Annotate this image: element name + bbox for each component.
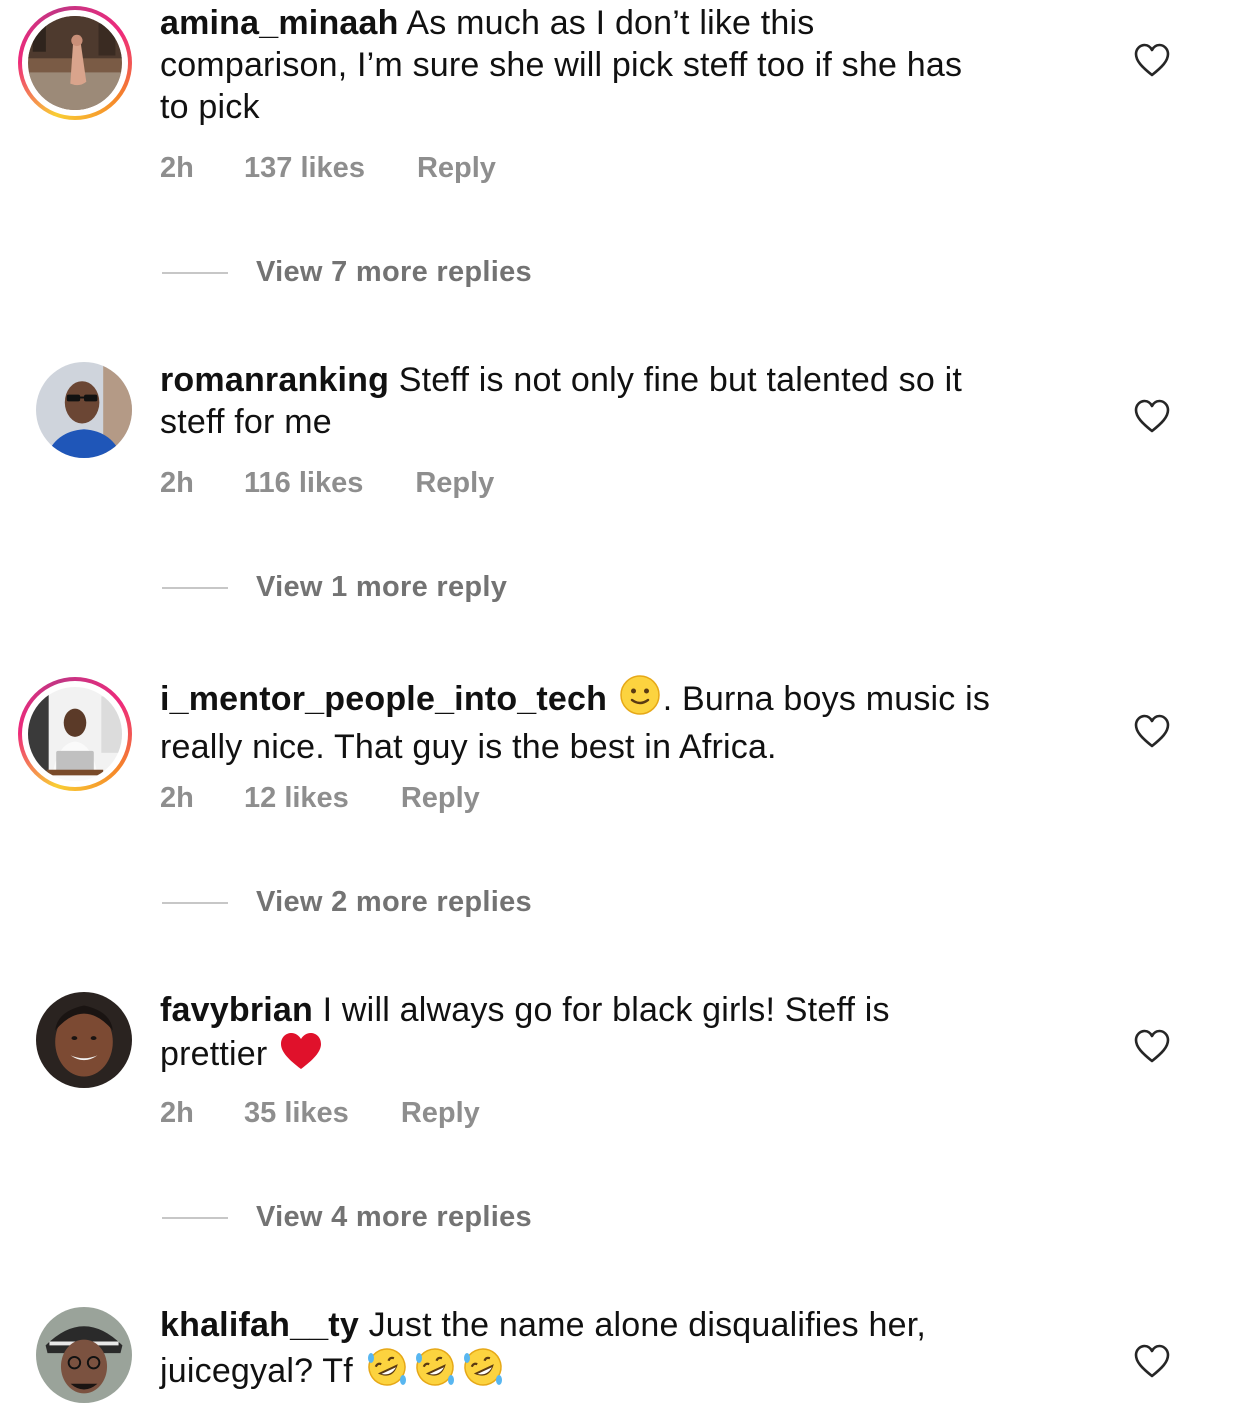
comment-likes[interactable]: 116 likes bbox=[244, 467, 363, 500]
comment-username[interactable]: favybrian bbox=[160, 991, 313, 1029]
comment-username[interactable]: romanranking bbox=[160, 361, 389, 399]
heart-icon[interactable] bbox=[1133, 713, 1171, 749]
avatar[interactable] bbox=[36, 1307, 132, 1403]
comment-username[interactable]: khalifah__ty bbox=[160, 1306, 359, 1344]
avatar-image bbox=[36, 1307, 132, 1403]
comment-likes[interactable]: 35 likes bbox=[244, 1097, 349, 1130]
avatar-photo-woman-street bbox=[28, 16, 122, 110]
comment-username[interactable]: amina_minaah bbox=[160, 4, 399, 42]
avatar-story-ring[interactable] bbox=[18, 677, 132, 791]
view-replies-label: View 1 more reply bbox=[256, 571, 508, 603]
comment-time: 2h bbox=[160, 152, 194, 184]
view-replies-button[interactable]: View 2 more replies bbox=[162, 886, 532, 919]
view-replies-label: View 7 more replies bbox=[256, 256, 532, 288]
comment-body-line: As much as I don’t like this bbox=[406, 4, 815, 42]
rolling-on-floor-laughing-emoji bbox=[413, 1346, 457, 1398]
comment-username[interactable]: i_mentor_people_into_tech bbox=[160, 680, 607, 718]
comment-time: 2h bbox=[160, 1097, 194, 1129]
heart-icon[interactable] bbox=[1133, 42, 1171, 78]
comment-likes[interactable]: 12 likes bbox=[244, 782, 349, 815]
comment-text: romanranking Steff is not only fine but … bbox=[160, 359, 1080, 443]
comment-text: favybrian I will always go for black gir… bbox=[160, 989, 1080, 1081]
comment-text: khalifah__ty Just the name alone disqual… bbox=[160, 1304, 1080, 1398]
heart-icon[interactable] bbox=[1133, 1343, 1171, 1379]
heart-icon[interactable] bbox=[1133, 1028, 1171, 1064]
comment-body-line: juicegyal? Tf bbox=[160, 1352, 353, 1390]
comment-body-line: steff for me bbox=[160, 403, 332, 441]
comment-body-line: prettier bbox=[160, 1035, 268, 1073]
view-replies-button[interactable]: View 7 more replies bbox=[162, 256, 532, 289]
comment-meta: 2h 35 likes Reply bbox=[160, 1097, 480, 1130]
red-heart-emoji bbox=[279, 1031, 323, 1081]
avatar[interactable] bbox=[36, 992, 132, 1088]
view-replies-label: View 2 more replies bbox=[256, 886, 532, 918]
comment-body-line: Steff is not only fine but talented so i… bbox=[398, 361, 963, 399]
avatar-photo-man-laptop bbox=[28, 687, 122, 781]
comment-text: amina_minaah As much as I don’t like thi… bbox=[160, 2, 1080, 128]
avatar-story-ring[interactable] bbox=[18, 6, 132, 120]
replies-divider-line bbox=[162, 901, 228, 904]
comment-meta: 2h 12 likes Reply bbox=[160, 782, 480, 815]
avatar bbox=[28, 16, 122, 110]
replies-divider-line bbox=[162, 586, 228, 589]
view-replies-button[interactable]: View 4 more replies bbox=[162, 1201, 532, 1234]
comment-meta: 2h 116 likes Reply bbox=[160, 467, 494, 500]
avatar-photo-man-sunglasses bbox=[36, 362, 132, 458]
avatar-photo-woman-smiling bbox=[36, 992, 132, 1088]
reply-button[interactable]: Reply bbox=[401, 782, 480, 815]
avatar bbox=[28, 687, 122, 781]
replies-divider-line bbox=[162, 271, 228, 274]
comment-text: i_mentor_people_into_tech . Burna boys m… bbox=[160, 674, 1080, 768]
comment-likes[interactable]: 137 likes bbox=[244, 152, 365, 185]
reply-button[interactable]: Reply bbox=[415, 467, 494, 500]
reply-button[interactable]: Reply bbox=[417, 152, 496, 185]
avatar-image bbox=[36, 992, 132, 1088]
rolling-on-floor-laughing-emoji bbox=[365, 1346, 409, 1398]
reply-button[interactable]: Reply bbox=[401, 1097, 480, 1130]
comment-body-line: comparison, I’m sure she will pick steff… bbox=[160, 46, 963, 84]
view-replies-button[interactable]: View 1 more reply bbox=[162, 571, 507, 604]
view-replies-label: View 4 more replies bbox=[256, 1201, 532, 1233]
comment-meta: 2h 137 likes Reply bbox=[160, 152, 496, 185]
comment-time: 2h bbox=[160, 782, 194, 814]
rolling-on-floor-laughing-emoji bbox=[461, 1346, 505, 1398]
heart-icon[interactable] bbox=[1133, 398, 1171, 434]
avatar-image bbox=[36, 362, 132, 458]
comment-body-line: I will always go for black girls! Steff … bbox=[322, 991, 890, 1029]
replies-divider-line bbox=[162, 1216, 228, 1219]
comment-body-line: Just the name alone disqualifies her, bbox=[368, 1306, 927, 1344]
comment-body-line: really nice. That guy is the best in Afr… bbox=[160, 728, 777, 766]
avatar-photo-man-cap bbox=[36, 1307, 132, 1403]
slightly-smiling-face-emoji bbox=[619, 674, 661, 726]
comment-time: 2h bbox=[160, 467, 194, 499]
avatar[interactable] bbox=[36, 362, 132, 458]
comment-body-line: to pick bbox=[160, 88, 260, 126]
comment-body-line: . Burna boys music is bbox=[662, 680, 991, 718]
